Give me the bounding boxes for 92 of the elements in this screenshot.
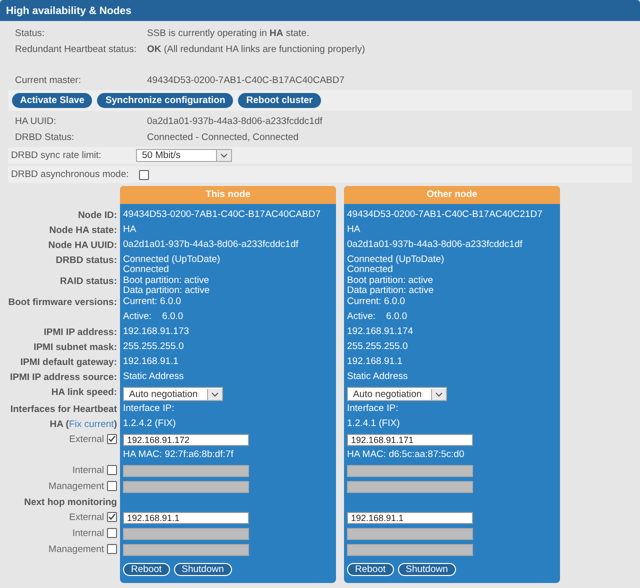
row-label: IPMI IP address: <box>44 327 117 338</box>
row-label: IPMI IP address source: <box>10 372 117 383</box>
node-value: Connected <box>347 265 394 275</box>
option-label: Management <box>48 481 104 492</box>
node-value: Interface IP: <box>347 404 400 414</box>
node-value: Connected (UpToDate) <box>123 255 222 265</box>
input-field[interactable]: 192.168.91.1 <box>123 512 249 524</box>
caret-icon <box>431 388 446 400</box>
node-value: 49434D53-0200-7AB1-C40C-B17AC40CABD7 <box>123 210 322 220</box>
checkbox[interactable] <box>107 512 117 522</box>
node-value: Static Address <box>347 372 409 382</box>
node-value: Boot partition: active <box>347 276 434 286</box>
option-label: External <box>69 434 104 445</box>
node-value: 255.255.255.0 <box>123 342 185 352</box>
node-value: 49434D53-0200-7AB1-C40C-B17AC40C21D7 <box>347 210 544 220</box>
node-title: This node <box>206 189 250 200</box>
node-value: Static Address <box>123 372 185 382</box>
node-button[interactable]: Shutdown <box>174 563 232 576</box>
node-value: 1.2.4.2 (FIX) <box>123 419 177 429</box>
row-label: HA (Fix current) <box>50 419 117 430</box>
checkbox[interactable] <box>107 465 117 475</box>
checkbox[interactable] <box>107 434 117 444</box>
node-value: Connected <box>123 265 170 275</box>
dropdown[interactable]: Auto negotiation <box>347 387 447 401</box>
node-value: HA <box>347 225 362 235</box>
checkbox[interactable] <box>107 481 117 491</box>
field-label: Current master: <box>15 74 82 86</box>
row-label: Next hop monitoring <box>24 497 117 508</box>
caret-icon <box>207 388 222 400</box>
node-value: 192.168.91.1 <box>123 357 180 367</box>
node-value: Data partition: active <box>123 286 211 296</box>
option-label: Management <box>48 544 104 555</box>
checkbox[interactable] <box>107 544 117 554</box>
node-value: Current: 6.0.0 <box>347 297 406 307</box>
node-value: Current: 6.0.0 <box>123 297 182 307</box>
node-value: Active: 6.0.0 <box>347 312 408 322</box>
node-button[interactable]: Shutdown <box>398 563 456 576</box>
input-field[interactable]: 192.168.91.172 <box>123 434 249 446</box>
node-value: 192.168.91.174 <box>347 327 414 337</box>
option-label: Internal <box>72 528 104 539</box>
setting-label: DRBD asynchronous mode: <box>11 169 130 180</box>
dropdown[interactable]: 50 Mbit/s <box>136 149 232 162</box>
row-label: IPMI subnet mask: <box>34 342 117 353</box>
row-label: Node ID: <box>78 210 117 221</box>
node-value: 192.168.91.173 <box>123 327 190 337</box>
node-button[interactable]: Reboot <box>347 563 394 576</box>
setting-label: DRBD sync rate limit: <box>11 150 102 161</box>
action-button[interactable]: Synchronize configuration <box>97 93 234 108</box>
node-value: Data partition: active <box>347 286 435 296</box>
row-label: Boot firmware versions: <box>8 297 117 308</box>
node-value: HA MAC: d6:5c:aa:87:5c:d0 <box>347 450 466 460</box>
row-label: DRBD status: <box>56 255 117 266</box>
panel-title: High availability & Nodes <box>6 4 132 16</box>
row-label: Node HA state: <box>49 225 117 236</box>
checkbox[interactable] <box>139 170 149 180</box>
node-value: 0a2d1a01-937b-44a3-8d06-a233fcddc1df <box>347 240 524 250</box>
node-value: Active: 6.0.0 <box>123 312 184 322</box>
checkbox[interactable] <box>107 528 117 538</box>
row-label: Node HA UUID: <box>48 240 117 251</box>
caret-icon <box>216 150 231 161</box>
field-label: Redundant Heartbeat status: <box>15 44 138 54</box>
node-value: Connected (UpToDate) <box>347 255 446 265</box>
field-value: SSB is currently operating in HA state. <box>147 28 310 38</box>
dropdown[interactable]: Auto negotiation <box>123 387 223 401</box>
node-value: Boot partition: active <box>123 276 210 286</box>
field-value: OK (All redundant HA links are functioning properly) <box>147 44 366 54</box>
option-label: Internal <box>72 465 104 476</box>
field-value: 0a2d1a01-937b-44a3-8d06-a233fcddc1df <box>147 116 322 126</box>
field-value: Connected - Connected, Connected <box>147 132 299 142</box>
action-button[interactable]: Reboot cluster <box>238 93 321 108</box>
node-value: 192.168.91.1 <box>347 357 404 367</box>
field-label: DRBD Status: <box>15 132 76 142</box>
node-title: Other node <box>426 189 478 200</box>
input-field[interactable]: 192.168.91.1 <box>347 512 473 524</box>
node-value: 255.255.255.0 <box>347 342 409 352</box>
node-value: 1.2.4.1 (FIX) <box>347 419 401 429</box>
row-label: IPMI default gateway: <box>20 357 117 368</box>
node-value: Interface IP: <box>123 404 176 414</box>
field-label: Status: <box>15 28 46 38</box>
action-button[interactable]: Activate Slave <box>12 93 92 108</box>
node-button[interactable]: Reboot <box>123 563 170 576</box>
field-label: HA UUID: <box>15 116 58 126</box>
node-value: HA MAC: 92:7f:a6:8b:df:7f <box>123 450 234 460</box>
option-label: External <box>69 512 104 523</box>
row-label: RAID status: <box>60 276 117 287</box>
node-value: HA <box>123 225 138 235</box>
node-value: 0a2d1a01-937b-44a3-8d06-a233fcddc1df <box>123 240 300 250</box>
row-label: Interfaces for Heartbeat <box>10 404 117 415</box>
input-field[interactable]: 192.168.91.171 <box>347 434 473 446</box>
fix-current-link[interactable]: Fix current <box>68 419 114 430</box>
row-label: HA link speed: <box>51 387 117 398</box>
field-value: 49434D53-0200-7AB1-C40C-B17AC40CABD7 <box>147 74 345 86</box>
